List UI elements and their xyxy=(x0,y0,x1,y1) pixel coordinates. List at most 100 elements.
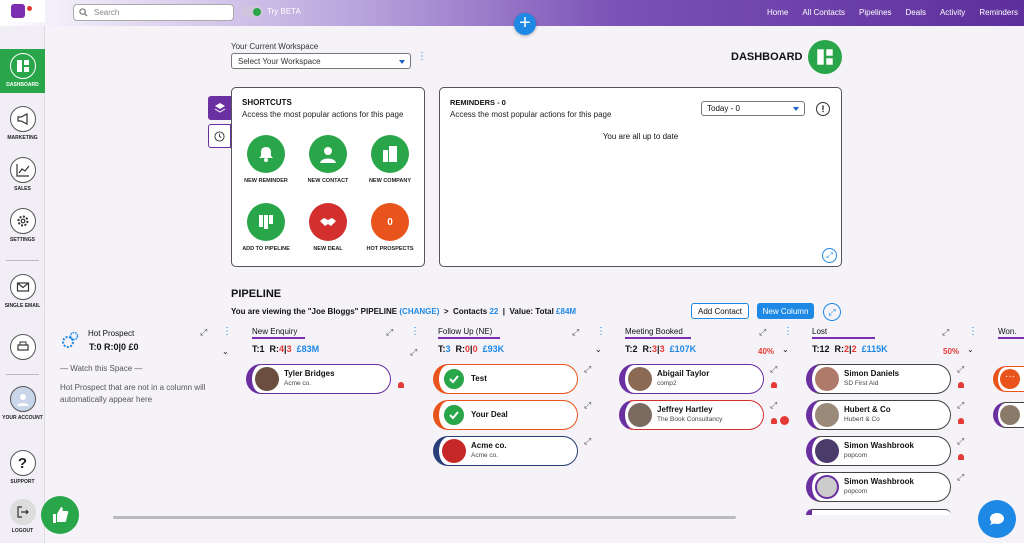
avatar xyxy=(815,367,839,391)
deal-card[interactable]: Acme co. Acme co. xyxy=(433,436,578,466)
deal-card-partial[interactable] xyxy=(806,509,951,515)
sidebar-item-support[interactable]: ? SUPPORT xyxy=(0,450,45,485)
sidebar-item-logout[interactable]: LOGOUT xyxy=(0,499,45,534)
app-logo[interactable] xyxy=(0,0,45,22)
chat-icon xyxy=(990,513,1004,525)
add-contact-button[interactable]: Add Contact xyxy=(691,303,749,319)
sidebar-item-sales[interactable]: SALES xyxy=(0,157,45,192)
expand-icon[interactable]: ⤢ xyxy=(410,347,417,358)
card-company: popcom xyxy=(844,452,868,459)
new-contact-shortcut[interactable]: NEW CONTACT xyxy=(298,135,358,184)
sidebar-item-single-email[interactable]: SINGLE EMAIL xyxy=(0,274,45,309)
nav-all-contacts[interactable]: All Contacts xyxy=(802,8,845,17)
deal-card[interactable]: Simon Washbrook popcom xyxy=(806,436,951,466)
horizontal-scrollbar[interactable] xyxy=(113,516,736,519)
expand-icon[interactable]: ⤢ xyxy=(957,364,964,375)
expand-icon[interactable]: ⤢ xyxy=(200,327,207,338)
sidebar-label: DASHBOARD xyxy=(6,82,39,88)
deal-card[interactable]: Your Deal xyxy=(433,400,578,430)
chevron-down-icon[interactable]: ⌄ xyxy=(222,347,229,356)
deal-card[interactable]: Abigail Taylor comp2 xyxy=(619,364,764,394)
shortcut-label: HOT PROSPECTS xyxy=(366,246,414,252)
deal-card[interactable]: Simon Daniels SD First Aid xyxy=(806,364,951,394)
won-card[interactable] xyxy=(993,402,1024,428)
expand-icon[interactable]: ⤢ xyxy=(584,436,591,447)
toggle-switch[interactable] xyxy=(241,6,263,17)
sidebar-item-print[interactable] xyxy=(0,334,45,363)
expand-icon[interactable]: ⤢ xyxy=(770,400,777,411)
hot-prospect-stats: T:0 R:0|0 £0 xyxy=(89,342,139,352)
won-card[interactable]: ··· xyxy=(993,366,1024,392)
expand-icon[interactable]: ⤢ xyxy=(770,364,777,375)
alert-icon[interactable]: ! xyxy=(816,102,830,116)
sidebar-item-dashboard[interactable]: DASHBOARD xyxy=(0,49,45,93)
pipeline-column: Follow Up (NE) T:3 R:0|0 £93K ⤢ ⋮ ⌄ xyxy=(438,327,608,354)
chevron-down-icon[interactable]: ⌄ xyxy=(967,345,974,354)
card-company: popcom xyxy=(844,488,868,495)
gear-icon[interactable] xyxy=(60,330,80,350)
expand-icon[interactable]: ⤢ xyxy=(957,436,964,447)
deal-card[interactable]: Simon Washbrook popcom xyxy=(806,472,951,502)
top-bar: Search Try BETA Home All Contacts Pipeli… xyxy=(0,0,1024,26)
add-button[interactable]: + xyxy=(514,13,536,35)
expand-icon[interactable]: ⤢ xyxy=(584,400,591,411)
chevron-down-icon[interactable]: ⌄ xyxy=(782,345,789,354)
workspace-select[interactable]: Select Your Workspace xyxy=(231,53,411,69)
deal-card[interactable]: Jeffrey Hartley The Book Consultancy xyxy=(619,400,764,430)
workspace-menu-icon[interactable]: ⋮ xyxy=(417,52,427,62)
search-input[interactable]: Search xyxy=(73,4,234,21)
column-menu-icon[interactable]: ⋮ xyxy=(222,327,232,337)
expand-icon[interactable]: ⤢ xyxy=(759,327,766,338)
deal-card[interactable]: Hubert & Co Hubert & Co xyxy=(806,400,951,430)
new-deal-shortcut[interactable]: NEW DEAL xyxy=(298,203,358,252)
stat-r2: 3 xyxy=(286,344,292,354)
deal-card[interactable]: Tyler Bridges Acme co. xyxy=(246,364,391,394)
card-company: Acme co. xyxy=(471,452,499,459)
card-name: Simon Daniels xyxy=(844,369,900,378)
column-title: New Enquiry xyxy=(252,327,306,339)
beta-toggle[interactable]: Try BETA xyxy=(241,6,301,17)
chart-icon xyxy=(9,157,36,183)
new-reminder-shortcut[interactable]: NEW REMINDER xyxy=(236,135,296,184)
nav-activity[interactable]: Activity xyxy=(940,8,965,17)
reminders-empty: You are all up to date xyxy=(602,132,679,141)
sidebar: DASHBOARD MARKETING SALES SETTINGS SINGL… xyxy=(0,26,45,543)
nav-deals[interactable]: Deals xyxy=(906,8,926,17)
page-title: DASHBOARD xyxy=(731,51,803,63)
add-to-pipeline-shortcut[interactable]: ADD TO PIPELINE xyxy=(236,203,296,252)
thumbs-up-button[interactable] xyxy=(41,496,79,534)
column-menu-icon[interactable]: ⋮ xyxy=(968,327,978,337)
nav-home[interactable]: Home xyxy=(767,8,788,17)
clock-tab[interactable] xyxy=(208,124,231,148)
expand-icon[interactable]: ⤢ xyxy=(957,472,964,483)
column-menu-icon[interactable]: ⋮ xyxy=(596,327,606,337)
shortcuts-subtitle: Access the most popular actions for this… xyxy=(242,110,404,119)
new-column-button[interactable]: New Column xyxy=(757,303,814,319)
sidebar-item-settings[interactable]: SETTINGS xyxy=(0,208,45,243)
layers-tab[interactable] xyxy=(208,96,231,120)
bell-icon xyxy=(771,382,777,388)
expand-icon[interactable]: ⤢ xyxy=(584,364,591,375)
hot-prospects-shortcut[interactable]: 0 HOT PROSPECTS xyxy=(360,203,420,252)
nav-reminders[interactable]: Reminders xyxy=(979,8,1018,17)
deal-card[interactable]: Test xyxy=(433,364,578,394)
sidebar-item-marketing[interactable]: MARKETING xyxy=(0,106,45,141)
avatar xyxy=(255,367,279,391)
column-menu-icon[interactable]: ⋮ xyxy=(410,327,420,337)
change-pipeline-link[interactable]: (CHANGE) xyxy=(399,307,439,316)
expand-icon[interactable]: ⤢ xyxy=(572,327,579,338)
reminders-filter[interactable]: Today - 0 xyxy=(701,101,805,116)
expand-icon[interactable]: ⤢ xyxy=(822,248,837,263)
new-company-shortcut[interactable]: NEW COMPANY xyxy=(360,135,420,184)
expand-icon[interactable]: ⤢ xyxy=(823,303,841,321)
expand-icon[interactable]: ⤢ xyxy=(386,327,393,338)
nav-pipelines[interactable]: Pipelines xyxy=(859,8,891,17)
expand-icon[interactable]: ⤢ xyxy=(942,327,949,338)
sidebar-label: LOGOUT xyxy=(11,528,34,534)
expand-icon[interactable]: ⤢ xyxy=(957,400,964,411)
chevron-down-icon[interactable]: ⌄ xyxy=(595,345,602,354)
chat-button[interactable] xyxy=(978,500,1016,538)
column-menu-icon[interactable]: ⋮ xyxy=(783,327,793,337)
workspace-label: Your Current Workspace xyxy=(231,42,319,51)
sidebar-item-account[interactable]: YOUR ACCOUNT xyxy=(0,386,45,421)
